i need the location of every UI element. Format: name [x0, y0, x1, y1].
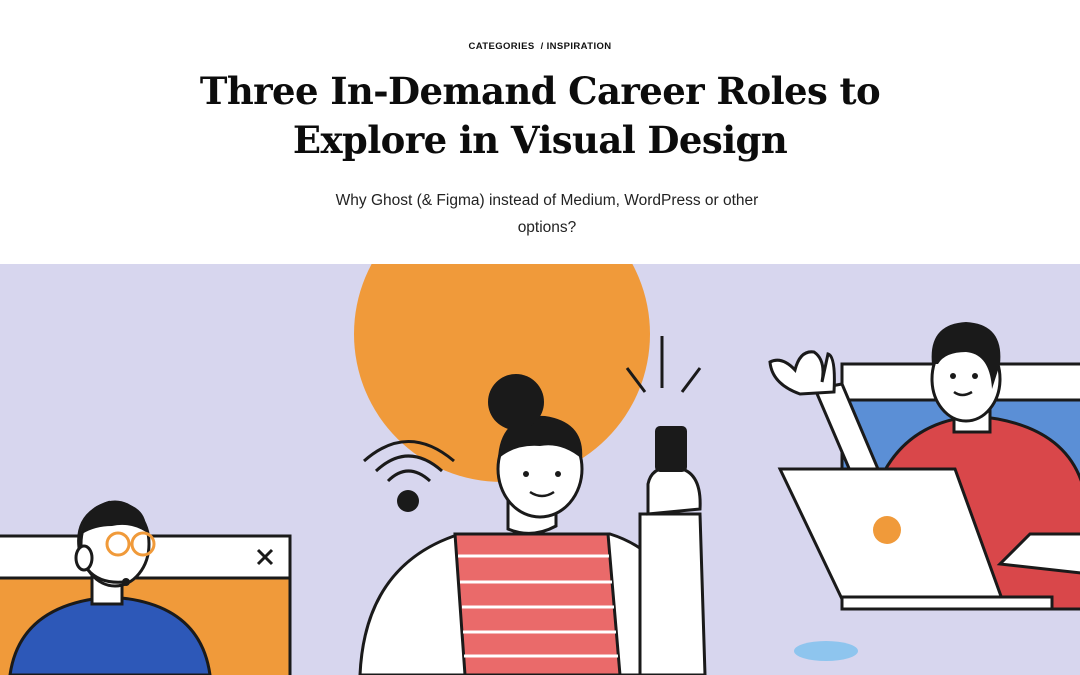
breadcrumb: CATEGORIES / INSPIRATION [0, 41, 1080, 52]
hero-illustration [0, 264, 1080, 675]
man-with-laptop [768, 322, 1080, 611]
article-subtitle: Why Ghost (& Figma) instead of Medium, W… [335, 192, 759, 236]
article-page: CATEGORIES / INSPIRATION Three In-Demand C… [0, 0, 1080, 675]
breadcrumb-inspiration-link[interactable]: INSPIRATION [547, 41, 612, 52]
breadcrumb-categories-link[interactable]: CATEGORIES [468, 41, 534, 52]
article-title: Three In-Demand Career Roles to Explore … [199, 69, 881, 162]
hero-illustration-svg [0, 264, 1080, 675]
breadcrumb-separator: / [540, 41, 544, 52]
puddle-shape [794, 641, 858, 661]
wifi-icon [363, 440, 455, 512]
support-person [0, 500, 292, 675]
smartphone-icon [655, 426, 687, 472]
